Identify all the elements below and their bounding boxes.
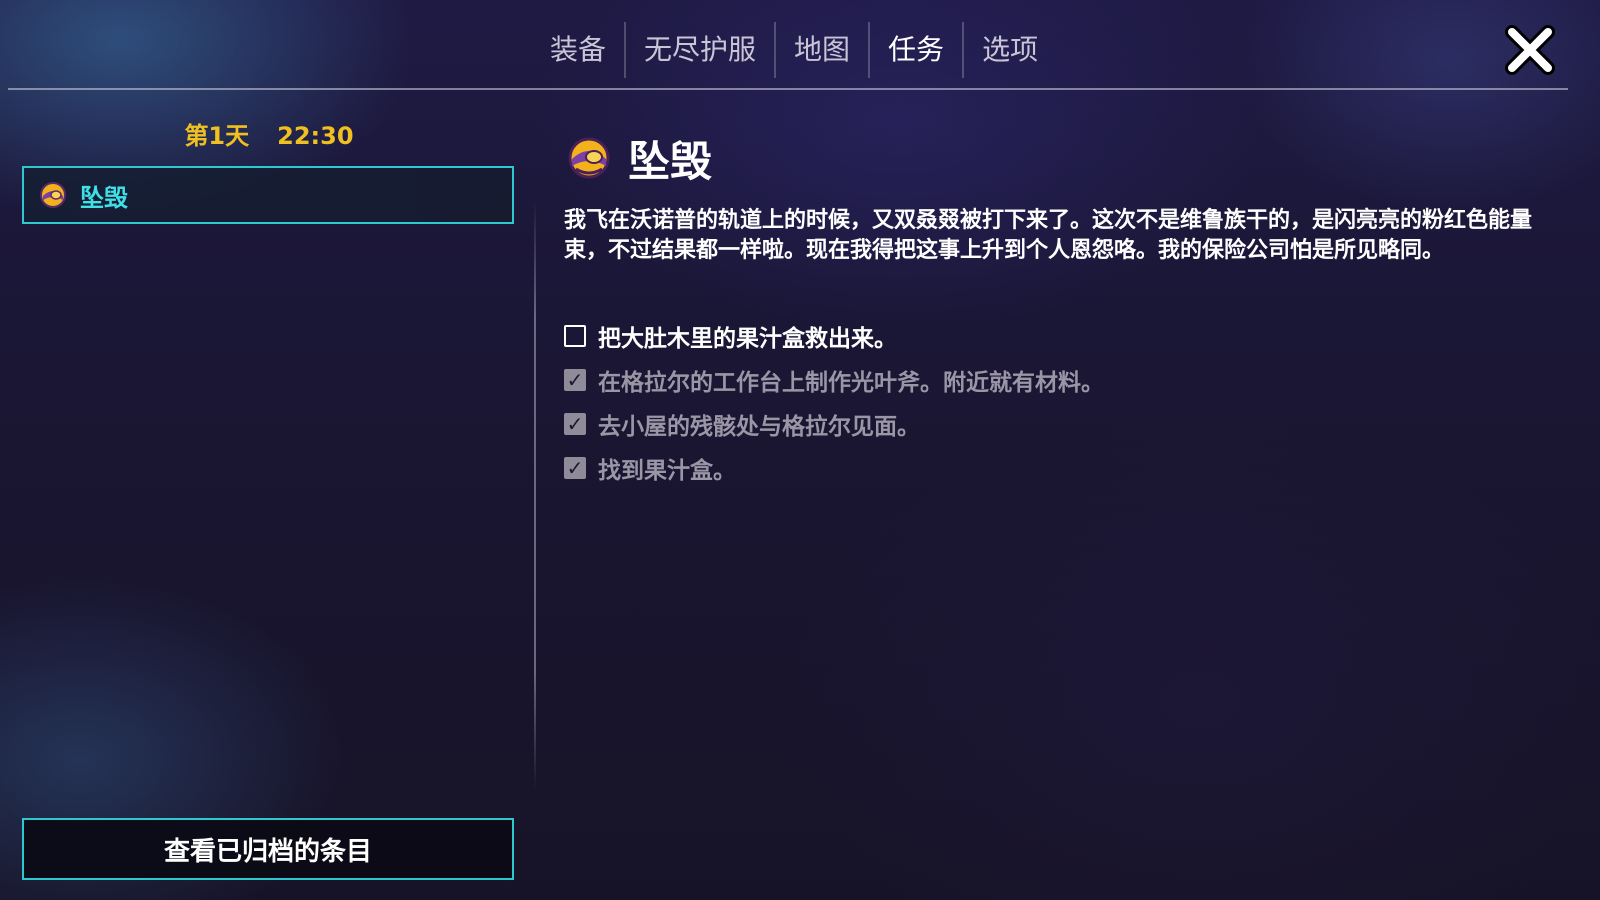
unchecked-checkbox-icon [564,325,586,347]
objective-text: 去小屋的残骸处与格拉尔见面。 [598,414,920,440]
checked-checkbox-icon: ✓ [564,413,586,435]
quest-description: 我飞在沃诺普的轨道上的时候，又双叒叕被打下来了。这次不是维鲁族干的，是闪亮亮的粉… [564,208,1533,263]
panel-divider [534,200,536,790]
tab-bar: 装备 无尽护服 地图 任务 选项 [532,22,1056,78]
quest-list-item-label: 坠毁 [80,183,128,212]
objective-item: ✓ 找到果汁盒。 [564,446,1558,490]
tab-quests[interactable]: 任务 [870,22,965,78]
helmet-icon [40,182,66,208]
day-time-readout: 第1天 22:30 [22,116,516,151]
objective-text: 在格拉尔的工作台上制作光叶斧。附近就有材料。 [598,370,1104,396]
tab-endless-suit[interactable]: 无尽护服 [626,22,777,78]
day-label: 第1天 [184,122,250,150]
close-button[interactable] [1504,24,1556,76]
tab-map[interactable]: 地图 [776,22,871,78]
top-nav: 装备 无尽护服 地图 任务 选项 [0,0,1600,90]
checked-checkbox-icon: ✓ [564,369,586,391]
tab-options[interactable]: 选项 [964,22,1056,78]
objective-text: 找到果汁盒。 [598,458,736,484]
top-divider [8,88,1568,90]
quest-detail-header: 坠毁 [566,130,712,186]
objective-item: 把大肚木里的果汁盒救出来。 [564,314,1558,358]
objective-list: 把大肚木里的果汁盒救出来。 ✓ 在格拉尔的工作台上制作光叶斧。附近就有材料。 ✓… [564,314,1558,490]
quest-title: 坠毁 [628,136,713,186]
view-archived-button[interactable]: 查看已归档的条目 [22,818,514,880]
objective-item: ✓ 在格拉尔的工作台上制作光叶斧。附近就有材料。 [564,358,1558,402]
helmet-icon [568,137,610,179]
checked-checkbox-icon: ✓ [564,457,586,479]
tab-equipment[interactable]: 装备 [532,22,627,78]
quest-list-item-crash[interactable]: 坠毁 [22,166,514,224]
objective-item: ✓ 去小屋的残骸处与格拉尔见面。 [564,402,1558,446]
time-label: 22:30 [277,122,354,150]
objective-text: 把大肚木里的果汁盒救出来。 [598,326,897,352]
close-x-icon [1505,25,1555,75]
